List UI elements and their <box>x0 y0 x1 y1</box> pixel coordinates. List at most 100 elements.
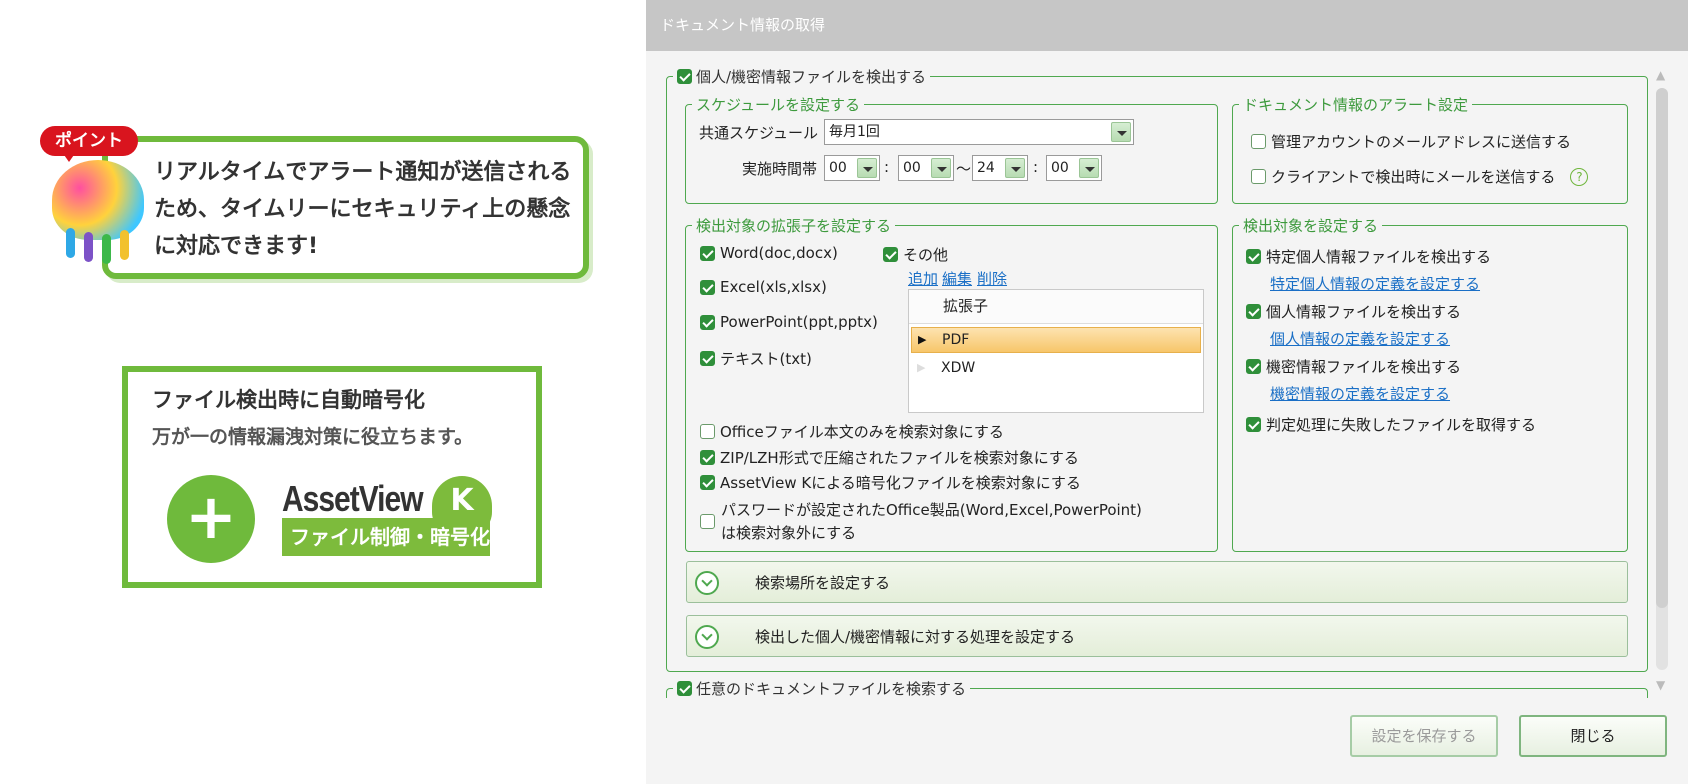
password-office-label-2: は検索対象外にする <box>721 524 857 542</box>
target-failed-label: 判定処理に失敗したファイルを取得する <box>1266 416 1537 434</box>
search-location-expander[interactable]: 検索場所を設定する <box>686 561 1628 603</box>
scroll-down-arrow-icon[interactable]: ▼ <box>1656 678 1665 692</box>
ext-ppt-checkbox[interactable] <box>700 314 715 330</box>
alert-legend: ドキュメント情報のアラート設定 <box>1243 96 1469 114</box>
scroll-up-arrow-icon[interactable]: ▲ <box>1656 68 1665 82</box>
target-confidential-checkbox[interactable] <box>1246 359 1261 374</box>
row-pointer-icon: ▶ <box>918 333 927 346</box>
end-minute-value: 00 <box>1051 160 1069 176</box>
office-body-only-label: Officeファイル本文のみを検索対象にする <box>720 423 1004 441</box>
colon-separator: : <box>1033 158 1039 176</box>
ext-delete-link[interactable]: 削除 <box>977 268 1007 289</box>
end-hour-value: 24 <box>977 160 995 176</box>
ext-text-checkbox[interactable] <box>700 351 715 366</box>
jellyfish-mascot-icon <box>52 160 144 240</box>
mascot-leg <box>120 230 129 260</box>
target-specific-personal-checkbox[interactable] <box>1246 249 1261 264</box>
main-detect-checkbox[interactable] <box>677 69 692 84</box>
close-button[interactable]: 閉じる <box>1519 715 1667 757</box>
zip-lzh-checkbox[interactable] <box>700 450 715 465</box>
targets-legend: 検出対象を設定する <box>1243 217 1379 235</box>
tilde-separator: 〜 <box>956 160 972 178</box>
target-specific-personal-label: 特定個人情報ファイルを検出する <box>1266 248 1492 266</box>
confidential-definition-link[interactable]: 機密情報の定義を設定する <box>1270 383 1450 404</box>
mascot-leg <box>84 232 93 262</box>
extensions-legend: 検出対象の拡張子を設定する <box>696 217 892 235</box>
assetview-k-label: AssetView Kによる暗号化ファイルを検索対象にする <box>720 474 1081 492</box>
time-range-label: 実施時間帯 <box>742 160 818 178</box>
target-personal-checkbox[interactable] <box>1246 304 1261 319</box>
main-detect-label: 個人/機密情報ファイルを検出する <box>696 68 927 86</box>
ext-other-checkbox[interactable] <box>883 247 898 262</box>
encryption-subtitle: 万が一の情報漏洩対策に役立ちます。 <box>152 426 474 448</box>
point-text: リアルタイムでアラート通知が送信されるため、タイムリーにセキュリティ上の懸念に対… <box>154 160 572 259</box>
end-minute-select[interactable]: 00 <box>1046 155 1102 181</box>
colon-separator: : <box>884 158 890 176</box>
zip-lzh-label: ZIP/LZH形式で圧縮されたファイルを検索対象にする <box>720 449 1079 467</box>
ext-word-checkbox[interactable] <box>700 245 715 261</box>
mascot-leg <box>66 228 75 258</box>
specific-personal-definition-link[interactable]: 特定個人情報の定義を設定する <box>1270 273 1480 294</box>
start-minute-value: 00 <box>903 160 921 176</box>
extension-grid: 拡張子 ▶ PDF ▶ XDW <box>908 289 1204 413</box>
ext-other-label: その他 <box>903 246 949 264</box>
ext-edit-link[interactable]: 編集 <box>942 268 972 289</box>
assetview-logo-text: AssetView <box>282 479 424 520</box>
chevron-down-icon <box>1079 158 1099 178</box>
chevron-down-icon <box>1005 158 1025 178</box>
dialog-title: ドキュメント情報の取得 <box>646 0 1688 51</box>
search-location-label: 検索場所を設定する <box>755 574 891 592</box>
start-hour-value: 00 <box>829 160 847 176</box>
ext-word-label: Word(doc,docx) <box>720 244 838 262</box>
ext-add-link[interactable]: 追加 <box>908 268 938 289</box>
grid-cell: XDW <box>941 360 976 376</box>
row-pointer-icon: ▶ <box>917 361 926 374</box>
ext-excel-checkbox[interactable] <box>700 279 715 295</box>
vertical-scrollbar[interactable]: ▲ ▼ <box>1654 66 1670 698</box>
schedule-group: スケジュールを設定する <box>685 94 1218 204</box>
alert-client-mail-checkbox[interactable] <box>1251 169 1266 184</box>
alert-admin-mail-checkbox[interactable] <box>1251 134 1266 149</box>
common-schedule-select[interactable]: 毎月1回 <box>824 119 1134 145</box>
encryption-title: ファイル検出時に自動暗号化 <box>152 388 425 412</box>
personal-definition-link[interactable]: 個人情報の定義を設定する <box>1270 328 1450 349</box>
assetview-k-checkbox[interactable] <box>700 475 715 490</box>
help-icon[interactable]: ? <box>1570 167 1589 186</box>
schedule-legend: スケジュールを設定する <box>696 96 860 114</box>
plus-icon: + <box>167 475 255 563</box>
point-badge: ポイント <box>40 126 138 162</box>
ext-excel-label: Excel(xls,xlsx) <box>720 278 827 296</box>
scroll-thumb[interactable] <box>1656 88 1668 608</box>
grid-row[interactable]: ▶ PDF <box>911 327 1201 353</box>
expand-chevron-icon <box>695 571 719 595</box>
ext-text-label: テキスト(txt) <box>720 350 812 368</box>
office-body-only-checkbox[interactable] <box>700 424 715 439</box>
start-minute-select[interactable]: 00 <box>898 155 954 181</box>
common-schedule-value: 毎月1回 <box>829 124 880 140</box>
detected-action-label: 検出した個人/機密情報に対する処理を設定する <box>755 628 1076 646</box>
target-personal-label: 個人情報ファイルを検出する <box>1266 303 1462 321</box>
mascot-leg <box>102 234 111 264</box>
expand-chevron-icon <box>695 625 719 649</box>
ext-ppt-label: PowerPoint(ppt,pptx) <box>720 313 878 331</box>
chevron-down-icon <box>931 158 951 178</box>
password-office-label-1: パスワードが設定されたOffice製品(Word,Excel,PowerPoin… <box>721 501 1142 519</box>
save-settings-button[interactable]: 設定を保存する <box>1350 715 1498 757</box>
password-office-checkbox[interactable] <box>700 514 715 529</box>
chevron-down-icon <box>1111 122 1131 142</box>
any-document-checkbox[interactable] <box>677 681 692 696</box>
alert-admin-mail-label: 管理アカウントのメールアドレスに送信する <box>1271 133 1572 151</box>
grid-header: 拡張子 <box>909 290 1203 324</box>
target-confidential-label: 機密情報ファイルを検出する <box>1266 358 1462 376</box>
detected-action-expander[interactable]: 検出した個人/機密情報に対する処理を設定する <box>686 615 1628 657</box>
grid-cell: PDF <box>942 332 970 348</box>
assetview-logo-band: ファイル制御・暗号化 <box>282 518 490 556</box>
target-failed-checkbox[interactable] <box>1246 417 1261 432</box>
chevron-down-icon <box>857 158 877 178</box>
grid-row[interactable]: ▶ XDW <box>911 356 1201 382</box>
common-schedule-label: 共通スケジュール <box>699 124 818 142</box>
start-hour-select[interactable]: 00 <box>824 155 880 181</box>
end-hour-select[interactable]: 24 <box>972 155 1028 181</box>
any-document-label: 任意のドキュメントファイルを検索する <box>696 680 967 698</box>
alert-client-mail-label: クライアントで検出時にメールを送信する <box>1271 168 1556 186</box>
